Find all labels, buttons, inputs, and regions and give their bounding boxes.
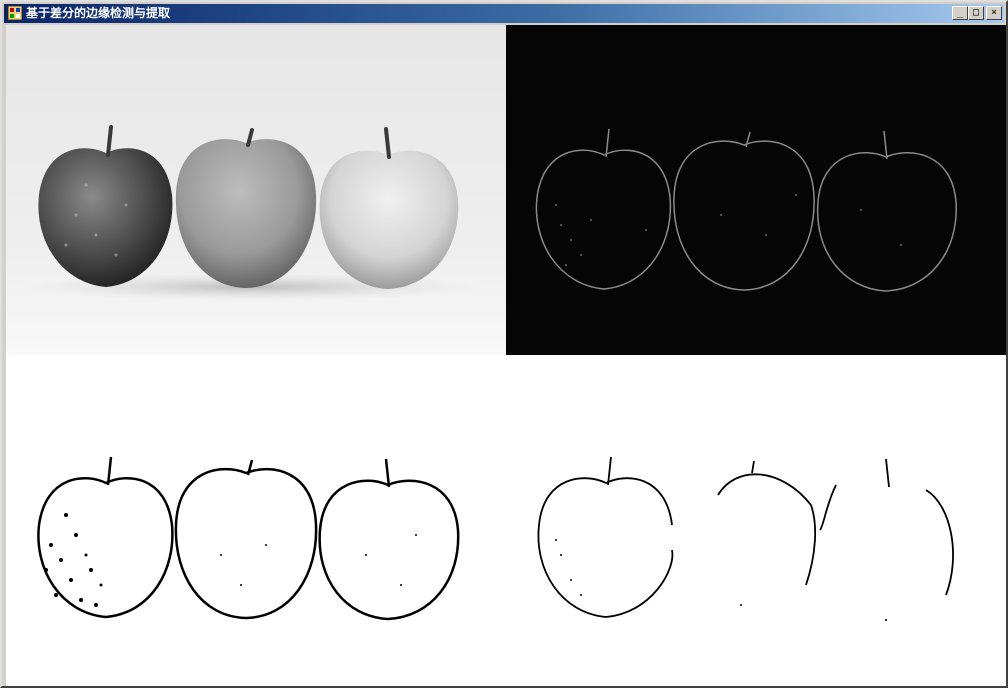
minimize-button[interactable]: _	[952, 6, 968, 20]
close-icon: ×	[990, 7, 998, 18]
maximize-icon: □	[972, 7, 980, 18]
app-window: 基于差分的边缘检测与提取 _ □ ×	[0, 0, 1008, 688]
app-icon	[8, 6, 22, 20]
original-grayscale-image	[6, 25, 506, 355]
difference-edge-image	[506, 25, 1006, 355]
minimize-icon: _	[956, 7, 964, 18]
window-title: 基于差分的边缘检测与提取	[26, 6, 171, 20]
title-bar[interactable]: 基于差分的边缘检测与提取 _ □ ×	[4, 4, 1004, 23]
close-button[interactable]: ×	[986, 6, 1002, 20]
binary-edge-image-sparse	[506, 355, 1006, 685]
client-area	[6, 25, 1006, 686]
binary-edge-image-dense	[6, 355, 506, 685]
maximize-button[interactable]: □	[968, 6, 984, 20]
